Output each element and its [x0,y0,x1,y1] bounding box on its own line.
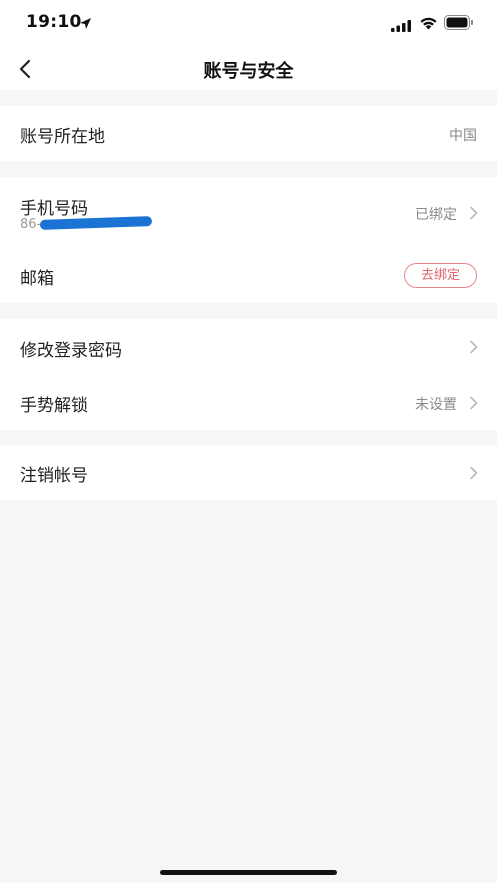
location-arrow-icon [79,15,92,34]
section-cancel: 注销帐号 [0,445,497,500]
phone-status: 已绑定 [415,207,457,223]
row-label: 修改登录密码 [20,341,122,361]
chevron-right-icon [470,206,478,220]
section-bindings: 手机号码 86- 已绑定 邮箱 去绑定 [0,177,497,303]
status-bar: 19:10 [0,0,497,48]
row-change-password[interactable]: 修改登录密码 [0,319,497,375]
chevron-right-icon [470,340,478,354]
row-label: 手势解锁 [20,396,88,416]
row-label: 注销帐号 [20,466,88,486]
phone-number-prefix: 86- [20,217,42,232]
chevron-right-icon [470,396,478,410]
row-phone[interactable]: 手机号码 86- 已绑定 [0,177,497,247]
battery-icon [444,15,474,34]
row-gesture-unlock[interactable]: 手势解锁 未设置 [0,375,497,430]
section-security: 修改登录密码 手势解锁 未设置 [0,319,497,430]
gesture-status: 未设置 [415,397,457,413]
row-label: 账号所在地 [20,127,105,147]
section-location: 账号所在地 中国 [0,106,497,161]
chevron-right-icon [470,466,478,480]
row-label: 手机号码 [20,199,88,219]
page-title: 账号与安全 [203,61,294,82]
navigation-bar: 账号与安全 [0,48,497,90]
wifi-icon [419,15,438,34]
home-indicator[interactable] [160,870,337,875]
signal-icon [391,17,411,36]
status-time: 19:10 [26,12,82,32]
email-bind-button[interactable]: 去绑定 [404,263,477,288]
row-account-location[interactable]: 账号所在地 中国 [0,106,497,161]
row-label: 邮箱 [20,269,54,289]
location-value: 中国 [449,128,477,144]
row-cancel-account[interactable]: 注销帐号 [0,445,497,500]
